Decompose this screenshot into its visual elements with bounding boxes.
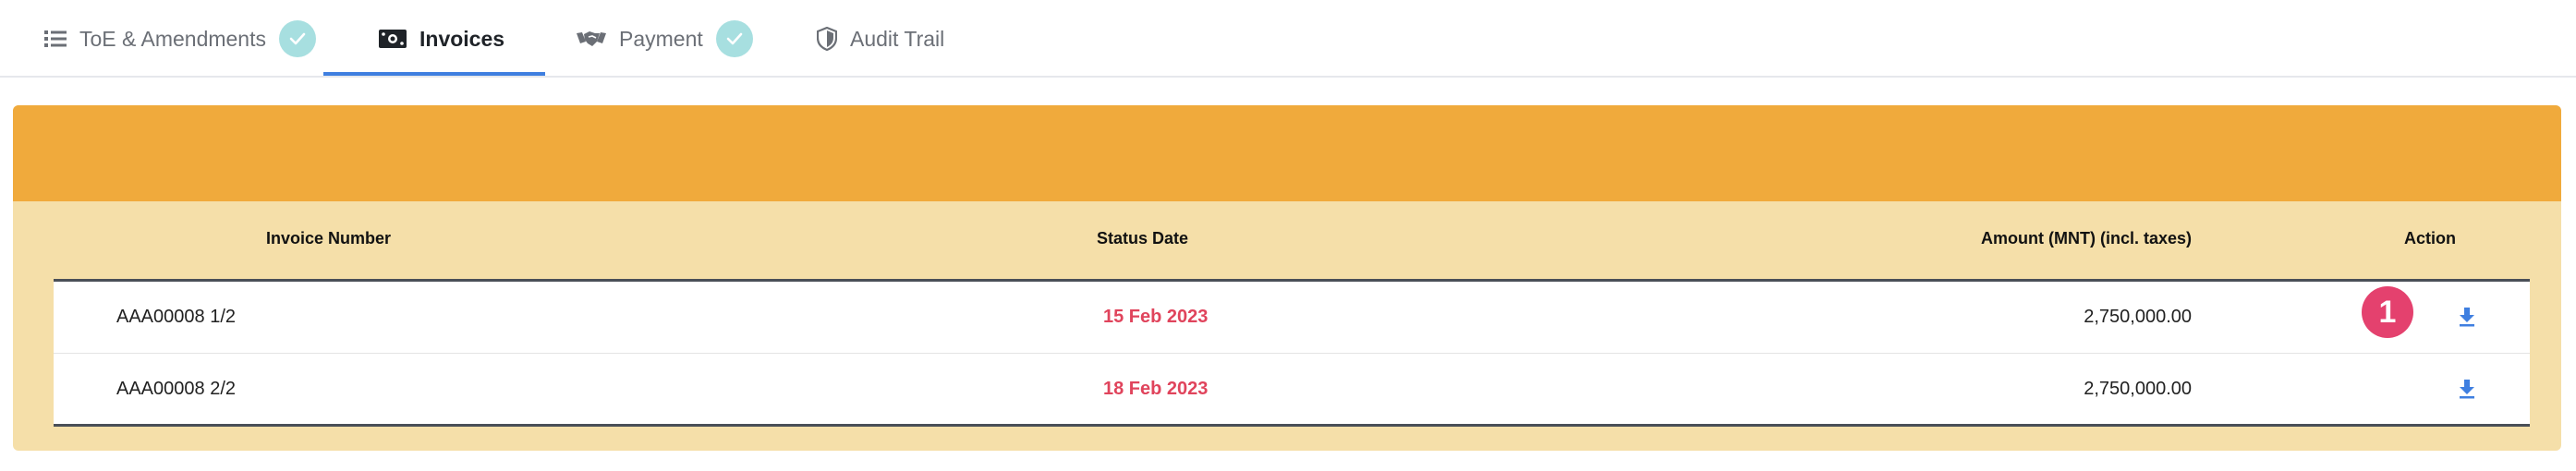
tab-payment[interactable]: Payment xyxy=(577,0,753,78)
amount-cell: 2,750,000.00 xyxy=(2084,379,2192,399)
tab-label: Payment xyxy=(619,26,703,51)
column-header-amount: Amount (MNT) (incl. taxes) xyxy=(1981,229,2192,248)
panel-header xyxy=(13,105,2561,201)
shield-icon xyxy=(817,27,837,51)
download-icon[interactable] xyxy=(2453,303,2481,331)
tab-label: Invoices xyxy=(419,26,505,51)
annotation-badge: 1 xyxy=(2362,286,2413,338)
column-header-invoice-number: Invoice Number xyxy=(266,229,392,248)
tab-toe-amendments[interactable]: ToE & Amendments xyxy=(44,0,316,78)
tab-invoices[interactable]: Invoices xyxy=(379,0,504,78)
table-row: AAA00008 1/2 15 Feb 2023 2,750,000.00 xyxy=(54,282,2530,353)
money-icon xyxy=(379,29,407,49)
status-date-cell: 18 Feb 2023 xyxy=(1103,379,1209,399)
handshake-icon xyxy=(577,29,606,49)
tab-label: Audit Trail xyxy=(850,26,945,51)
invoices-panel: Invoice Number Status Date Amount (MNT) … xyxy=(13,105,2561,451)
status-date-cell: 15 Feb 2023 xyxy=(1103,307,1209,327)
list-icon xyxy=(44,30,67,48)
active-tab-indicator xyxy=(323,72,545,76)
check-icon xyxy=(715,20,753,57)
tab-audit-trail[interactable]: Audit Trail xyxy=(817,0,944,78)
column-header-status-date: Status Date xyxy=(1097,229,1189,248)
column-header-action: Action xyxy=(2404,229,2456,248)
invoice-number-cell: AAA00008 2/2 xyxy=(116,379,236,399)
invoice-number-cell: AAA00008 1/2 xyxy=(116,307,236,327)
tab-label: ToE & Amendments xyxy=(79,26,266,51)
tab-bar: ToE & Amendments Invoices Payment Audit … xyxy=(0,0,2576,78)
amount-cell: 2,750,000.00 xyxy=(2084,307,2192,327)
check-icon xyxy=(279,20,316,57)
download-icon[interactable] xyxy=(2453,375,2481,403)
table-row: AAA00008 2/2 18 Feb 2023 2,750,000.00 xyxy=(54,353,2530,424)
invoice-table: AAA00008 1/2 15 Feb 2023 2,750,000.00 AA… xyxy=(54,279,2530,427)
